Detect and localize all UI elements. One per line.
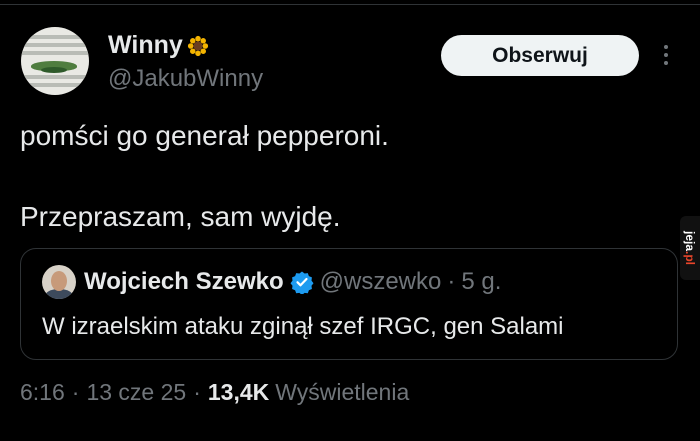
more-options-icon[interactable] xyxy=(656,40,676,70)
tweet-text-line-2: Przepraszam, sam wyjdę. xyxy=(20,201,341,232)
tweet-date[interactable]: 13 cze 25 xyxy=(86,379,186,406)
follow-button[interactable]: Obserwuj xyxy=(441,35,639,76)
tweet-time[interactable]: 6:16 xyxy=(20,379,65,406)
quoted-separator: · xyxy=(447,268,456,295)
meta-separator-2: · xyxy=(193,379,201,405)
quoted-tweet[interactable]: Wojciech Szewko @wszewko · 5 g. W izrael… xyxy=(20,248,678,360)
views-label: Wyświetlenia xyxy=(275,379,410,405)
sunflower-icon xyxy=(187,35,208,56)
quoted-time: 5 g. xyxy=(461,268,502,295)
quoted-header: Wojciech Szewko @wszewko · 5 g. xyxy=(84,268,501,296)
jeja-watermark: jeja.pl xyxy=(680,216,700,280)
views-count: 13,4K xyxy=(207,379,270,405)
meta-separator-1: · xyxy=(71,379,80,405)
watermark-suffix: .pl xyxy=(683,251,698,266)
verified-badge-icon xyxy=(290,271,314,294)
quoted-author-name: Wojciech Szewko xyxy=(84,268,284,295)
top-divider xyxy=(0,4,700,5)
author-avatar[interactable] xyxy=(21,27,89,95)
watermark-text: jeja xyxy=(683,230,698,252)
quoted-author-avatar xyxy=(42,265,76,299)
author-name[interactable]: Winny xyxy=(108,31,209,60)
tweet-meta: 6:16 · 13 cze 25 · 13,4K Wyświetlenia xyxy=(20,379,409,406)
tweet-text-line-1: pomści go generał pepperoni. xyxy=(20,120,389,151)
author-handle[interactable]: @JakubWinny xyxy=(108,65,263,93)
author-name-text: Winny xyxy=(108,31,183,59)
quoted-tweet-text: W izraelskim ataku zginął szef IRGC, gen… xyxy=(42,313,564,340)
quoted-author-handle: @wszewko xyxy=(319,268,442,295)
